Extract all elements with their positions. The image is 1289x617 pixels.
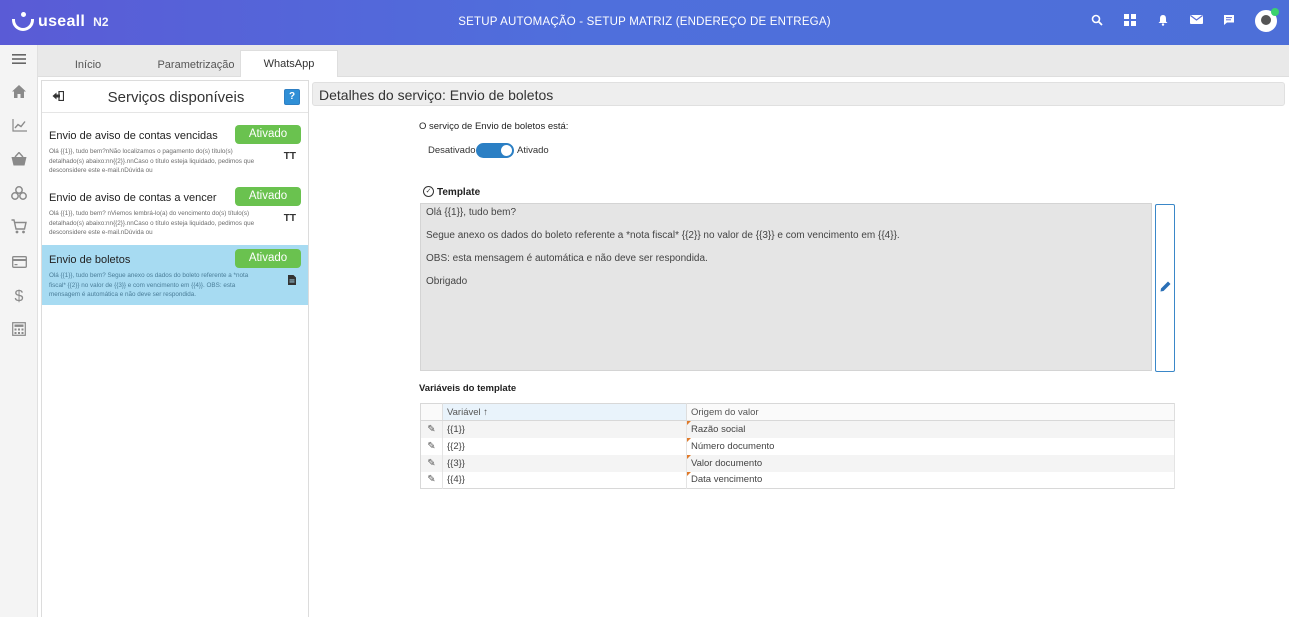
services-title: Serviços disponíveis xyxy=(107,89,245,106)
bell-icon[interactable] xyxy=(1156,14,1170,28)
pencil-icon[interactable]: ✎ xyxy=(420,454,443,472)
status-badge: Ativado xyxy=(235,249,301,268)
cart-icon[interactable] xyxy=(0,219,38,241)
search-icon[interactable] xyxy=(1090,14,1104,28)
service-name: Envio de aviso de contas vencidas xyxy=(49,130,218,142)
mail-icon[interactable] xyxy=(1189,14,1203,28)
pencil-icon xyxy=(1160,281,1171,295)
menu-icon[interactable] xyxy=(0,50,38,72)
status-label: O serviço de Envio de boletos está: xyxy=(419,121,569,132)
variable-cell: {{4}} xyxy=(442,471,687,489)
service-description: Olá {{1}}, tudo bem? Segue anexo os dado… xyxy=(49,272,249,299)
origin-cell[interactable]: Razão social xyxy=(686,420,1175,438)
template-line: Obrigado xyxy=(426,276,468,287)
avatar[interactable] xyxy=(1255,8,1279,32)
pencil-icon[interactable]: ✎ xyxy=(420,471,443,489)
service-name: Envio de aviso de contas a vencer xyxy=(49,192,217,204)
services-panel: Serviços disponíveis ? Envio de aviso de… xyxy=(41,80,309,617)
status-badge: Ativado xyxy=(235,125,301,144)
service-description: Olá {{1}}, tudo bem?nNão localizamos o p… xyxy=(49,148,255,175)
service-name: Envio de boletos xyxy=(49,254,131,266)
services-header: Serviços disponíveis ? xyxy=(42,81,308,113)
boxes-icon[interactable] xyxy=(0,185,38,207)
home-icon[interactable] xyxy=(0,83,38,105)
text-size-icon[interactable]: TT xyxy=(284,213,296,224)
service-toggle[interactable] xyxy=(476,143,514,158)
logo-text: useall xyxy=(38,13,86,30)
edit-column-header xyxy=(420,403,443,421)
tab-whatsapp[interactable]: WhatsApp xyxy=(240,50,338,77)
top-bar: useall N2 SETUP AUTOMAÇÃO - SETUP MATRIZ… xyxy=(0,0,1289,45)
origin-cell[interactable]: Número documento xyxy=(686,437,1175,455)
text-size-icon[interactable]: TT xyxy=(284,151,296,162)
template-line: Segue anexo os dados do boleto referente… xyxy=(426,230,900,241)
table-row[interactable]: ✎ {{1}} Razão social xyxy=(420,420,1175,438)
toggle-on-label: Ativado xyxy=(517,145,549,156)
logo-icon xyxy=(12,12,34,32)
chat-icon[interactable] xyxy=(1222,14,1236,28)
card-icon[interactable] xyxy=(0,253,38,275)
calculator-icon[interactable] xyxy=(0,321,38,343)
tab-bar: Início Parametrização WhatsApp xyxy=(38,45,1289,77)
table-row[interactable]: ✎ {{4}} Data vencimento xyxy=(420,471,1175,489)
status-badge: Ativado xyxy=(235,187,301,206)
variables-table: Variável ↑ Origem do valor ✎ {{1}} Razão… xyxy=(420,403,1175,489)
template-line: OBS: esta mensagem é automática e não de… xyxy=(426,253,708,264)
chart-icon[interactable] xyxy=(0,117,38,139)
document-icon[interactable] xyxy=(288,275,296,288)
origin-cell[interactable]: Data vencimento xyxy=(686,471,1175,489)
help-icon[interactable]: ? xyxy=(284,89,300,105)
dollar-icon[interactable]: $ xyxy=(0,286,38,308)
variable-cell: {{1}} xyxy=(442,420,687,438)
template-line: Olá {{1}}, tudo bem? xyxy=(426,207,517,218)
origin-cell[interactable]: Valor documento xyxy=(686,454,1175,472)
grid-icon[interactable] xyxy=(1123,14,1137,28)
left-rail: $ xyxy=(0,45,38,617)
tab-inicio[interactable]: Início xyxy=(50,53,126,77)
variable-cell: {{2}} xyxy=(442,437,687,455)
service-item-contas-vencidas[interactable]: Envio de aviso de contas vencidas Ativad… xyxy=(42,121,308,181)
service-item-envio-boletos[interactable]: Envio de boletos Ativado Olá {{1}}, tudo… xyxy=(42,245,308,305)
service-description: Olá {{1}}, tudo bem? nViemos lembrá-lo(a… xyxy=(49,210,255,237)
details-header: Detalhes do serviço: Envio de boletos xyxy=(312,82,1285,106)
template-textarea[interactable]: Olá {{1}}, tudo bem? Segue anexo os dado… xyxy=(420,203,1152,371)
column-header-origem[interactable]: Origem do valor xyxy=(686,403,1175,421)
table-row[interactable]: ✎ {{2}} Número documento xyxy=(420,437,1175,455)
tab-parametrizacao[interactable]: Parametrização xyxy=(146,53,246,77)
variables-label: Variáveis do template xyxy=(419,383,517,394)
table-header-row: Variável ↑ Origem do valor xyxy=(420,403,1175,421)
basket-icon[interactable] xyxy=(0,151,38,173)
table-row[interactable]: ✎ {{3}} Valor documento xyxy=(420,454,1175,472)
toggle-off-label: Desativado xyxy=(428,145,476,156)
service-item-contas-a-vencer[interactable]: Envio de aviso de contas a vencer Ativad… xyxy=(42,183,308,243)
logo-sub: N2 xyxy=(93,15,109,29)
pencil-icon[interactable]: ✎ xyxy=(420,420,443,438)
edit-template-button[interactable] xyxy=(1155,204,1175,372)
pencil-icon[interactable]: ✎ xyxy=(420,437,443,455)
details-title: Detalhes do serviço: Envio de boletos xyxy=(319,87,554,103)
check-circle-icon: ✓ xyxy=(423,186,434,197)
template-label: Template xyxy=(437,187,481,198)
logo[interactable]: useall N2 xyxy=(12,12,109,32)
variable-cell: {{3}} xyxy=(442,454,687,472)
column-header-variavel[interactable]: Variável ↑ xyxy=(442,403,687,421)
